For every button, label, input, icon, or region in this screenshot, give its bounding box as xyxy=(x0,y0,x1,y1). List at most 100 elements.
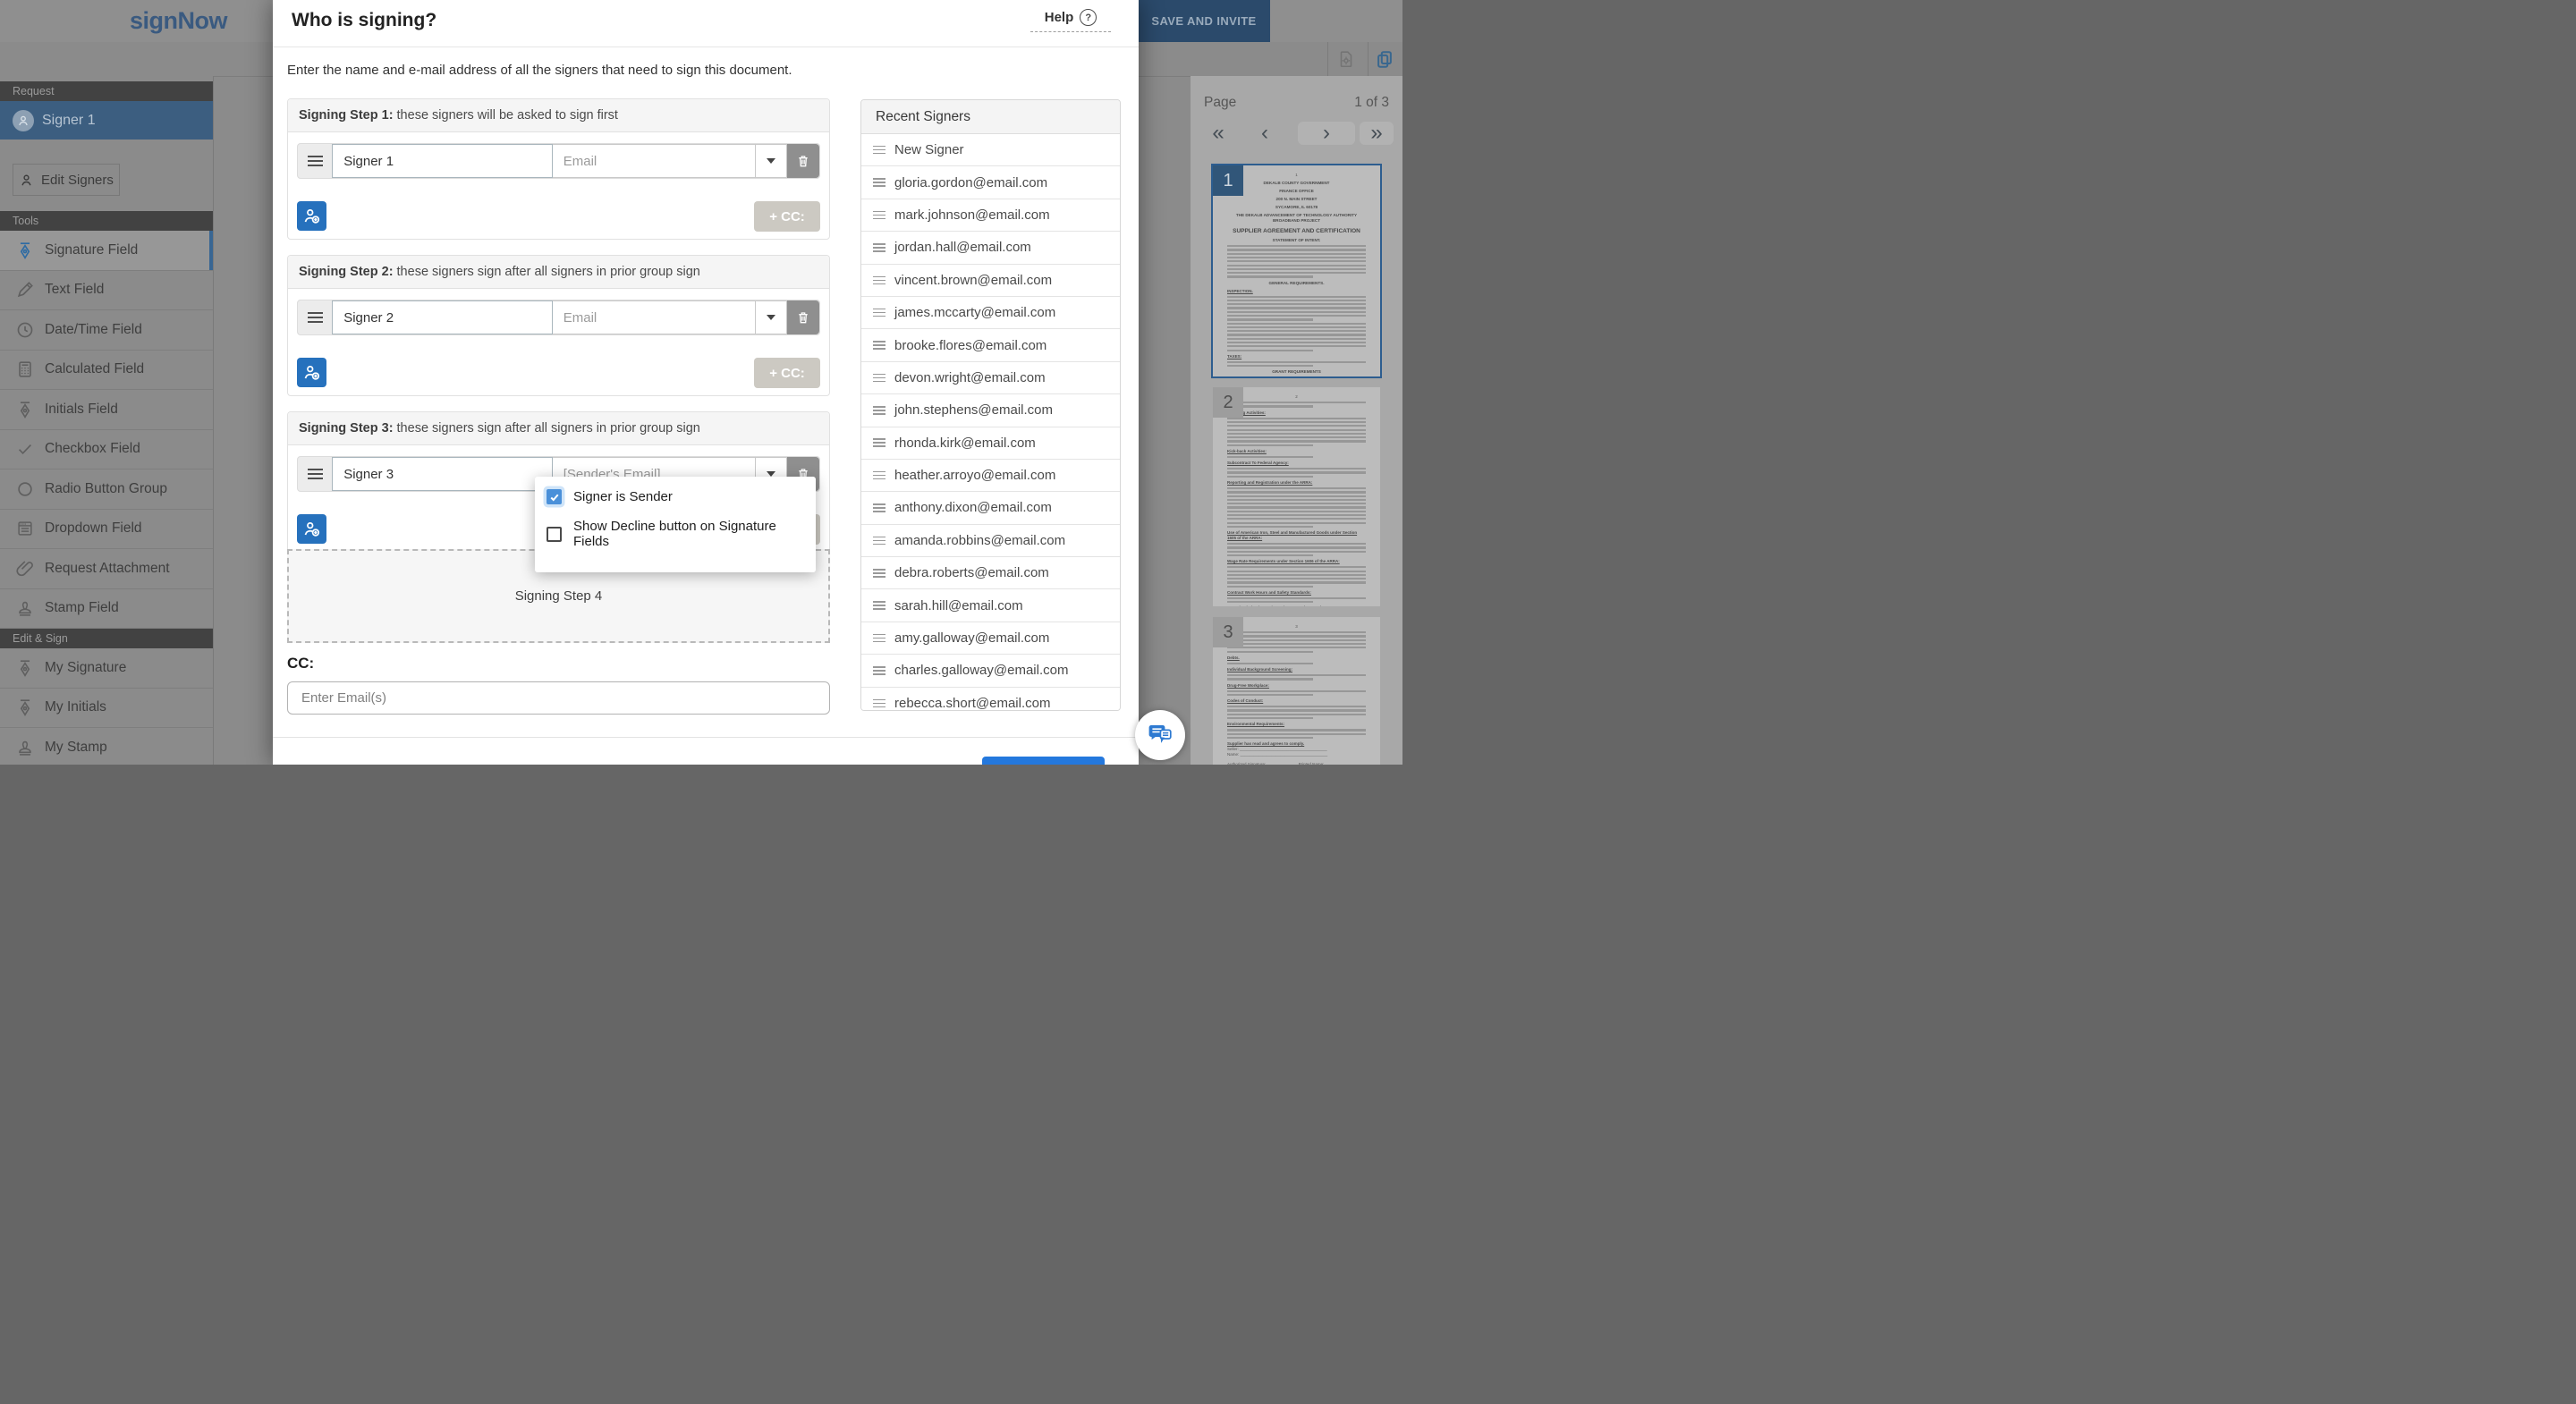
signer-options-dropdown-button[interactable] xyxy=(756,300,787,334)
page-thumbnail-2[interactable]: 22Lobbying Activities:Kick-back Activiti… xyxy=(1213,387,1380,606)
recent-signer-row[interactable]: anthony.dixon@email.com xyxy=(861,492,1120,524)
sidebar-item-date-time-field[interactable]: Date/Time Field xyxy=(0,310,213,351)
delete-signer-button[interactable] xyxy=(787,144,819,178)
prev-page-button[interactable]: ‹ xyxy=(1257,122,1273,145)
drag-handle-icon[interactable] xyxy=(873,371,886,385)
drag-handle-icon[interactable] xyxy=(873,599,886,613)
sidebar-item-my-initials[interactable]: My Initials xyxy=(0,689,213,729)
sidebar-item-initials-field[interactable]: Initials Field xyxy=(0,390,213,430)
signer-name-input[interactable] xyxy=(332,144,553,178)
drag-handle-icon[interactable] xyxy=(298,300,332,334)
sidebar-item-label: Initials Field xyxy=(45,402,118,418)
drag-handle-icon[interactable] xyxy=(873,404,886,418)
sidebar-item-my-signature[interactable]: My Signature xyxy=(0,648,213,689)
drag-handle-icon[interactable] xyxy=(873,306,886,319)
sidebar-item-radio-button-group[interactable]: Radio Button Group xyxy=(0,469,213,510)
recent-signer-row[interactable]: rebecca.short@email.com xyxy=(861,688,1120,711)
recent-signer-row[interactable]: debra.roberts@email.com xyxy=(861,557,1120,589)
signer-avatar-icon xyxy=(13,110,34,131)
document-settings-icon[interactable] xyxy=(1336,49,1356,69)
sidebar-item-signer-1[interactable]: Signer 1 xyxy=(0,101,213,140)
checkbox-checked-icon[interactable] xyxy=(547,489,562,504)
menu-item-show-decline-button-on-signature-fields[interactable]: Show Decline button on Signature Fields xyxy=(535,512,816,556)
step-title: Signing Step 3: xyxy=(299,421,394,436)
recent-signer-row[interactable]: amanda.robbins@email.com xyxy=(861,525,1120,557)
next-page-button[interactable]: › xyxy=(1298,122,1355,145)
recent-signer-row[interactable]: heather.arroyo@email.com xyxy=(861,460,1120,492)
checkbox-unchecked-icon[interactable] xyxy=(547,527,562,542)
add-cc-button[interactable]: + CC: xyxy=(754,201,820,232)
signer-options-dropdown-button[interactable] xyxy=(756,144,787,178)
recent-signer-row[interactable]: gloria.gordon@email.com xyxy=(861,166,1120,199)
recent-signer-row[interactable]: rhonda.kirk@email.com xyxy=(861,427,1120,460)
signer-name-input[interactable] xyxy=(332,457,553,491)
help-link[interactable]: Help ? xyxy=(1030,9,1111,32)
signer-email-input[interactable] xyxy=(553,144,756,178)
drag-handle-icon[interactable] xyxy=(873,631,886,645)
drag-handle-icon[interactable] xyxy=(873,241,886,255)
recent-signer-row[interactable]: brooke.flores@email.com xyxy=(861,329,1120,361)
cc-emails-input[interactable] xyxy=(287,681,830,715)
dropdown-icon xyxy=(15,519,35,538)
signer-name-input[interactable] xyxy=(332,300,553,334)
recent-signer-row[interactable]: amy.galloway@email.com xyxy=(861,622,1120,655)
first-page-button[interactable]: « xyxy=(1208,122,1228,145)
copy-pages-icon[interactable] xyxy=(1375,49,1394,69)
toolbar-divider xyxy=(1327,42,1328,76)
drag-handle-icon[interactable] xyxy=(873,208,886,222)
save-and-invite-footer-button[interactable] xyxy=(982,757,1105,765)
recent-signer-row[interactable]: charles.galloway@email.com xyxy=(861,655,1120,687)
recent-signer-row[interactable]: james.mccarty@email.com xyxy=(861,297,1120,329)
delete-signer-button[interactable] xyxy=(787,300,819,334)
recent-signer-row[interactable]: vincent.brown@email.com xyxy=(861,265,1120,297)
page-thumbnail-1[interactable]: 11DEKALB COUNTY GOVERNMENTFINANCE OFFICE… xyxy=(1213,165,1380,376)
sidebar-item-label: My Initials xyxy=(45,699,106,715)
sidebar-item-request-attachment[interactable]: Request Attachment xyxy=(0,549,213,589)
add-signer-button[interactable] xyxy=(297,514,326,544)
sidebar-item-stamp-field[interactable]: Stamp Field xyxy=(0,589,213,630)
drag-handle-icon[interactable] xyxy=(298,144,332,178)
drag-handle-icon[interactable] xyxy=(873,502,886,515)
chat-button[interactable] xyxy=(1135,710,1185,760)
add-signer-button[interactable] xyxy=(297,358,326,387)
sidebar-item-dropdown-field[interactable]: Dropdown Field xyxy=(0,510,213,550)
recent-signer-label: amy.galloway@email.com xyxy=(894,630,1049,646)
recent-signer-label: jordan.hall@email.com xyxy=(894,240,1031,255)
sidebar-item-checkbox-field[interactable]: Checkbox Field xyxy=(0,430,213,470)
recent-signer-row[interactable]: jordan.hall@email.com xyxy=(861,232,1120,264)
drag-handle-icon[interactable] xyxy=(873,664,886,678)
recent-signer-row[interactable]: mark.johnson@email.com xyxy=(861,199,1120,232)
menu-item-signer-is-sender[interactable]: Signer is Sender xyxy=(535,482,816,512)
drag-handle-icon[interactable] xyxy=(873,697,886,710)
recent-signer-row[interactable]: devon.wright@email.com xyxy=(861,362,1120,394)
drag-handle-icon[interactable] xyxy=(298,457,332,491)
add-person-icon xyxy=(302,520,321,538)
drag-handle-icon[interactable] xyxy=(873,567,886,580)
tools-list: Signature FieldText FieldDate/Time Field… xyxy=(0,231,213,629)
add-cc-button[interactable]: + CC: xyxy=(754,358,820,388)
drag-handle-icon[interactable] xyxy=(873,469,886,482)
recent-signer-row[interactable]: sarah.hill@email.com xyxy=(861,589,1120,622)
drag-handle-icon[interactable] xyxy=(873,339,886,352)
edit-and-sign-section-label: Edit & Sign xyxy=(0,629,213,648)
add-signer-button[interactable] xyxy=(297,201,326,231)
drag-handle-icon[interactable] xyxy=(873,143,886,156)
edit-signers-button[interactable]: Edit Signers xyxy=(13,164,120,196)
sidebar-item-text-field[interactable]: Text Field xyxy=(0,271,213,311)
sidebar-item-calculated-field[interactable]: Calculated Field xyxy=(0,351,213,391)
page-thumbnail-3[interactable]: 33Debts.Individual Background Screening:… xyxy=(1213,617,1380,765)
sidebar-item-my-stamp[interactable]: My Stamp xyxy=(0,728,213,765)
save-and-invite-button[interactable]: SAVE AND INVITE xyxy=(1138,0,1270,42)
step-subtitle: these signers sign after all signers in … xyxy=(397,421,700,436)
recent-signer-row[interactable]: New Signer xyxy=(861,134,1120,166)
sidebar-item-signature-field[interactable]: Signature Field xyxy=(0,231,213,271)
last-page-button[interactable]: » xyxy=(1360,122,1394,145)
recent-signer-row[interactable]: john.stephens@email.com xyxy=(861,394,1120,427)
signnow-logo: signNow xyxy=(130,7,227,35)
drag-handle-icon[interactable] xyxy=(873,274,886,287)
request-section-label: Request xyxy=(0,81,213,101)
signer-email-input[interactable] xyxy=(553,300,756,334)
drag-handle-icon[interactable] xyxy=(873,176,886,190)
drag-handle-icon[interactable] xyxy=(873,436,886,450)
drag-handle-icon[interactable] xyxy=(873,534,886,547)
